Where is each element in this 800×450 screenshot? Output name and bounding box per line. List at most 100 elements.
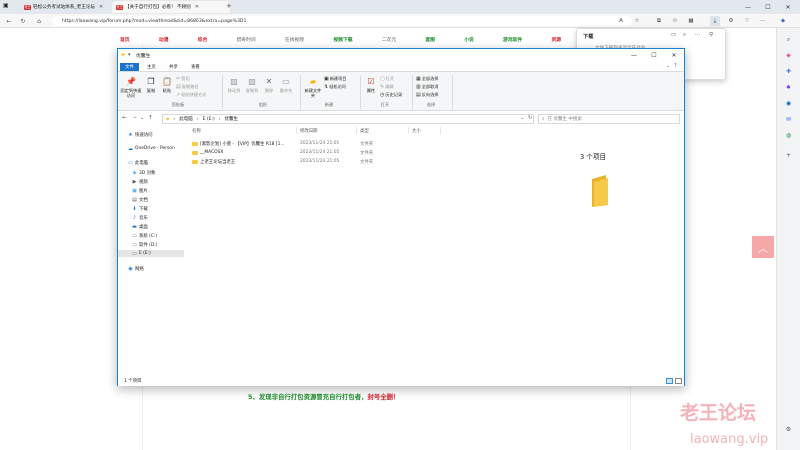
extensions-icon[interactable]: ⚙ [726, 16, 736, 26]
new-folder-button[interactable]: ▰ 新建文件夹 [304, 76, 322, 99]
add-sidebar-icon[interactable]: + [783, 150, 794, 161]
recent-locations-icon[interactable]: ⌄ [140, 115, 144, 121]
refresh-icon[interactable]: ↻ [18, 16, 28, 26]
nav-item-downloads[interactable]: ⬇ 下载 [118, 205, 184, 212]
breadcrumb-item[interactable]: 此电脑 [179, 116, 193, 122]
copilot-icon[interactable]: ◆ [778, 16, 788, 26]
column-header-type[interactable]: 类型 [360, 128, 369, 134]
explorer-maximize-button[interactable]: ☐ [644, 49, 664, 62]
tab-file[interactable]: 文件 [120, 63, 139, 71]
open-button[interactable]: ▢ 打开 [380, 76, 394, 82]
pin-quick-access-button[interactable]: 📌 固定到快速访问 [120, 76, 142, 99]
copy-button[interactable]: ❐ 复制 [144, 76, 158, 94]
open-folder-icon[interactable]: ▭ [671, 32, 676, 38]
close-tab-icon[interactable]: ✕ [99, 4, 103, 10]
site-nav-item[interactable]: 游戏软件 [503, 36, 522, 44]
cut-button[interactable]: ✂ 剪切 [176, 76, 190, 82]
back-icon[interactable]: ← [122, 115, 127, 121]
nav-item-drive-c[interactable]: ▭ 系统 (C:) [118, 232, 184, 239]
translate-icon[interactable]: A [616, 16, 626, 26]
tab-actions-icon[interactable]: ▣ [3, 2, 9, 9]
refresh-icon[interactable]: ↻ [528, 115, 532, 121]
maximize-button[interactable]: ☐ [758, 1, 778, 13]
site-nav-item[interactable]: 视频下载 [333, 36, 352, 44]
help-icon[interactable]: ? [674, 63, 677, 69]
select-all-button[interactable]: ▦ 全部选择 [416, 76, 439, 82]
table-row[interactable]: 上老王论坛当老王 2023/11/24 21:05 文件夹 [188, 158, 504, 166]
breadcrumb-item[interactable]: E (E:) [203, 117, 215, 122]
copy-path-button[interactable]: ▤ 复制路径 [176, 84, 199, 90]
explorer-close-button[interactable]: ✕ [664, 49, 684, 62]
nav-item-drive-e[interactable]: ▭ E (E:) [118, 250, 184, 257]
column-header-size[interactable]: 大小 [412, 128, 421, 134]
column-separator[interactable] [408, 127, 409, 134]
url-bar[interactable]: https://laowang.vip/forum.php?mod=viewth… [52, 16, 632, 26]
split-screen-icon[interactable]: ⧉ [654, 16, 664, 26]
more-icon[interactable]: ⋯ [695, 32, 701, 38]
download-icon[interactable]: ⤓ [710, 16, 720, 26]
paste-button[interactable]: 📋 粘贴 [160, 76, 174, 94]
back-to-top-button[interactable]: ︿ [752, 236, 774, 258]
nav-item-videos[interactable]: ▶ 视频 [118, 178, 184, 185]
site-nav-item[interactable]: 动漫 [159, 36, 169, 44]
copy-to-button[interactable]: ▧ 复制到 [244, 76, 260, 94]
nav-item-onedrive[interactable]: ☁ OneDrive - Person [118, 145, 184, 152]
new-tab-button[interactable]: + [226, 2, 232, 10]
path-dropdown-icon[interactable]: ⌄ [520, 115, 524, 121]
up-icon[interactable]: ↑ [148, 115, 153, 121]
tools-icon[interactable]: ✚ [783, 66, 794, 77]
explorer-minimize-button[interactable]: — [624, 49, 644, 62]
pin-icon[interactable]: ⚲ [709, 32, 713, 38]
site-nav-item[interactable]: 在线视频 [285, 36, 304, 44]
history-button[interactable]: ◷ 历史记录 [380, 92, 402, 98]
site-nav-item[interactable]: 首页 [120, 36, 130, 44]
nav-item-quick-access[interactable]: ★ 快速访问 [118, 131, 184, 138]
nav-item-3d-objects[interactable]: ◈ 3D 对象 [118, 169, 184, 176]
sidebar-settings-icon[interactable]: ⚙ [783, 424, 794, 435]
invert-selection-button[interactable]: ▤ 反向选择 [416, 92, 439, 98]
nav-item-desktop[interactable]: ▬ 桌面 [118, 223, 184, 230]
search-input[interactable]: ⌕ 在 优馨生 中搜索 [538, 114, 680, 124]
shopping-icon[interactable]: ◈ [783, 50, 794, 61]
ribbon-collapse-icon[interactable]: ⌄ [666, 63, 670, 69]
easy-access-button[interactable]: ↯ 轻松访问 [324, 84, 346, 90]
nav-item-network[interactable]: ◉ 网络 [118, 265, 184, 272]
nav-item-this-pc[interactable]: ▭ 此电脑 [118, 159, 184, 166]
column-separator[interactable] [356, 127, 357, 134]
site-nav-item[interactable]: 小说 [464, 36, 474, 44]
nav-item-drive-d[interactable]: ▭ 软件 (D:) [118, 241, 184, 248]
browser-essentials-icon[interactable]: ♡ [742, 16, 752, 26]
site-nav-item[interactable]: 猎奇时间 [236, 36, 255, 44]
quick-access-toolbar-icon[interactable]: ▾ [128, 52, 131, 58]
path-bar[interactable]: ▰ › 此电脑 › E (E:) › 优馨生 [162, 114, 534, 124]
site-nav-item[interactable]: 二次元 [382, 36, 396, 44]
new-item-button[interactable]: ▣ 新建项目 [324, 76, 347, 82]
office-icon[interactable]: ◉ [783, 98, 794, 109]
nav-item-documents[interactable]: ▤ 文档 [118, 196, 184, 203]
column-separator[interactable] [296, 127, 297, 134]
favorites-icon[interactable]: ✩ [670, 16, 680, 26]
select-none-button[interactable]: ▥ 全部取消 [416, 84, 439, 90]
forward-icon[interactable]: → [132, 115, 137, 121]
nav-item-music[interactable]: ♪ 音乐 [118, 214, 184, 221]
close-window-button[interactable]: ✕ [778, 1, 798, 13]
tab-view[interactable]: 查看 [186, 63, 205, 71]
move-to-button[interactable]: ▨ 移动到 [226, 76, 242, 94]
table-row[interactable]: __MACOSX 2023/11/24 21:05 文件夹 [188, 149, 504, 157]
drop-icon[interactable]: ◍ [783, 130, 794, 141]
nav-item-pictures[interactable]: ▣ 图片 [118, 187, 184, 194]
outlook-icon[interactable]: ✉ [783, 114, 794, 125]
column-header-name[interactable]: 名称 [192, 128, 201, 134]
site-nav-item[interactable]: 综合 [198, 36, 208, 44]
back-icon[interactable]: ← [4, 16, 14, 26]
tab-home[interactable]: 主页 [142, 63, 161, 71]
site-nav-item[interactable]: 套图 [425, 36, 435, 44]
details-view-button[interactable] [666, 378, 673, 384]
close-tab-icon[interactable]: ✕ [195, 4, 199, 10]
column-header-date[interactable]: 修改日期 [300, 128, 318, 134]
search-downloads-icon[interactable]: ⌕ [683, 32, 686, 39]
more-menu-icon[interactable]: ⋯ [758, 16, 768, 26]
games-icon[interactable]: ♠ [783, 82, 794, 93]
tab-share[interactable]: 共享 [164, 63, 183, 71]
delete-button[interactable]: ✕ 删除 [262, 76, 276, 94]
